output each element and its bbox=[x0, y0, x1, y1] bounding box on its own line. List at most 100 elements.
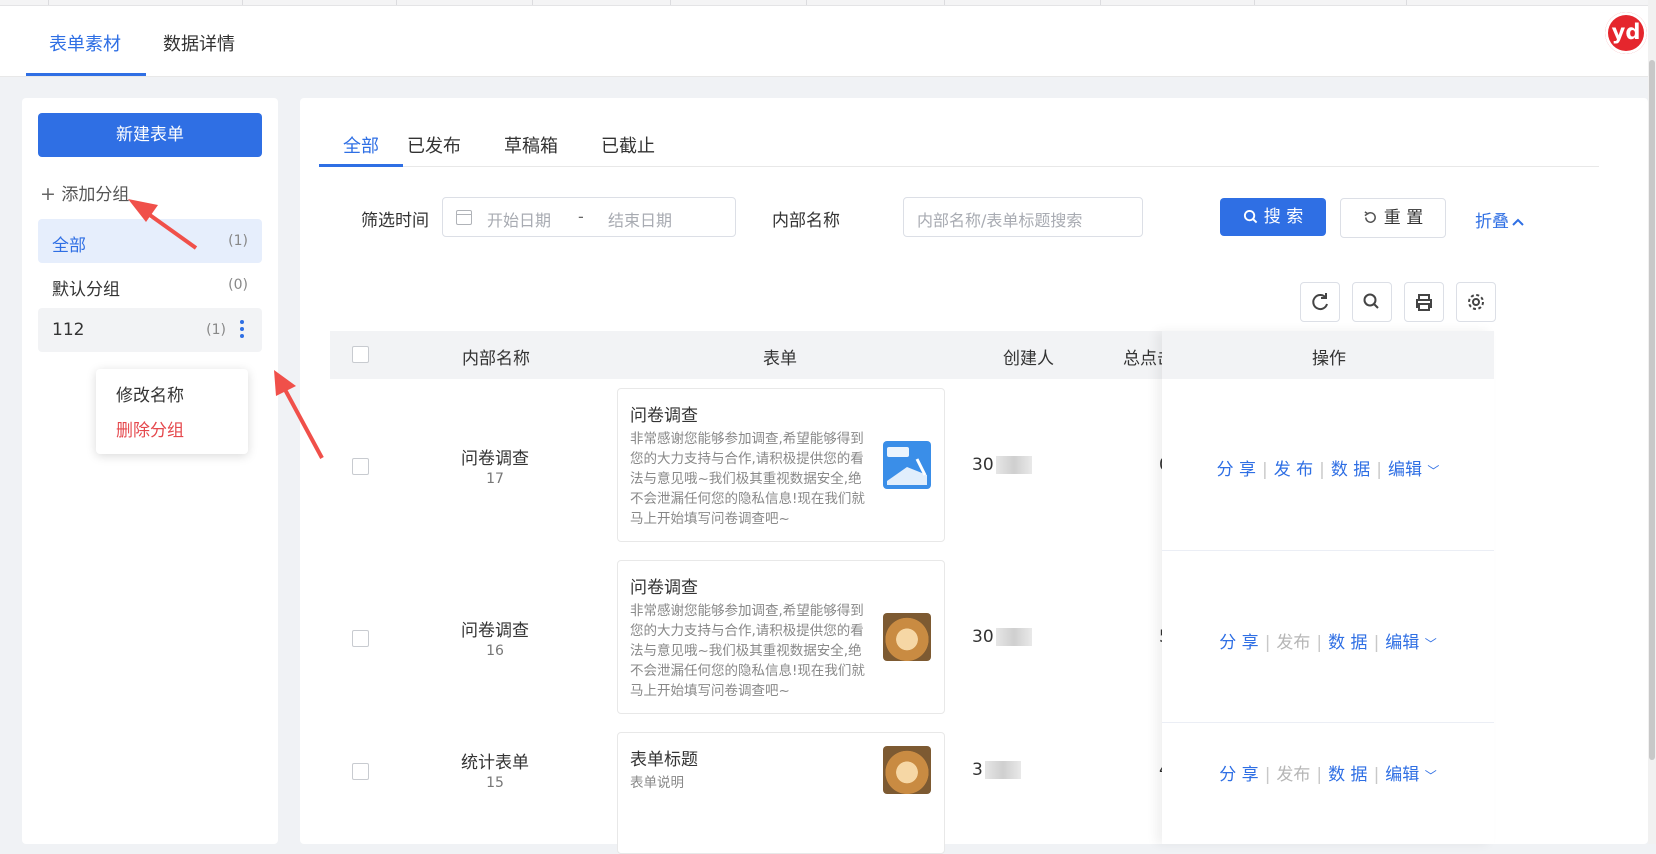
start-date-input[interactable]: 开始日期 bbox=[487, 207, 551, 231]
group-name: 112 bbox=[52, 320, 85, 340]
fold-toggle[interactable]: 折叠 bbox=[1475, 207, 1524, 232]
add-group-label: 添加分组 bbox=[61, 185, 130, 205]
publish-link: 发布 bbox=[1276, 633, 1311, 653]
publish-link[interactable]: 发 布 bbox=[1274, 460, 1313, 480]
form-card[interactable]: 问卷调查 非常感谢您能够参加调查,希望能够得到您的大力支持与合作,请积极提供您的… bbox=[617, 560, 945, 714]
dog-thumbnail bbox=[883, 746, 931, 794]
form-title: 表单标题 bbox=[630, 750, 698, 770]
row-internal-name: 问卷调查 bbox=[461, 621, 529, 641]
row-internal-name: 问卷调查 bbox=[461, 449, 529, 469]
end-date-input[interactable]: 结束日期 bbox=[608, 207, 672, 231]
data-link[interactable]: 数 据 bbox=[1328, 633, 1367, 653]
row-creator: 30 bbox=[972, 455, 1032, 475]
form-description: 非常感谢您能够参加调查,希望能够得到您的大力支持与合作,请积极提供您的看法与意见… bbox=[630, 431, 865, 527]
new-form-button[interactable]: 新建表单 bbox=[38, 113, 262, 157]
date-range-picker[interactable]: 开始日期 - 结束日期 bbox=[442, 197, 736, 237]
edit-dropdown[interactable]: 编辑 ﹀ bbox=[1385, 633, 1436, 653]
tab-divider bbox=[319, 166, 1599, 167]
chevron-down-icon: ﹀ bbox=[1424, 637, 1437, 651]
active-status-indicator bbox=[319, 164, 403, 167]
row-id: 16 bbox=[486, 643, 504, 659]
active-tab-indicator bbox=[26, 73, 146, 76]
more-vertical-icon[interactable] bbox=[240, 320, 244, 340]
form-card[interactable]: 问卷调查 非常感谢您能够参加调查,希望能够得到您的大力支持与合作,请积极提供您的… bbox=[617, 388, 945, 542]
fold-label: 折叠 bbox=[1475, 212, 1509, 232]
chevron-down-icon: ﹀ bbox=[1424, 769, 1437, 783]
chevron-down-icon: ﹀ bbox=[1427, 464, 1440, 478]
form-list-panel: 全部 已发布 草稿箱 已截止 筛选时间 开始日期 - 结束日期 内部名称 内部名… bbox=[300, 98, 1648, 854]
search-placeholder: 内部名称/表单标题搜索 bbox=[917, 211, 1083, 230]
select-all-checkbox[interactable] bbox=[352, 346, 369, 363]
rename-group-option[interactable]: 修改名称 bbox=[116, 381, 184, 406]
share-link[interactable]: 分 享 bbox=[1219, 633, 1258, 653]
search-button-label: 搜 索 bbox=[1263, 207, 1304, 227]
survey-thumbnail bbox=[883, 441, 931, 489]
share-link[interactable]: 分 享 bbox=[1217, 460, 1256, 480]
group-item-112[interactable]: 112 (1) bbox=[38, 308, 262, 352]
tab-data-details[interactable]: 数据详情 bbox=[163, 30, 235, 56]
tab-form-materials[interactable]: 表单素材 bbox=[49, 30, 121, 56]
share-link[interactable]: 分 享 bbox=[1219, 765, 1258, 785]
internal-name-label: 内部名称 bbox=[772, 211, 840, 231]
row-actions: 分 享 | 发布 | 数 据 | 编辑 ﹀ bbox=[1219, 633, 1437, 653]
group-item-all[interactable]: 全部 (1) bbox=[38, 219, 262, 263]
column-settings-button[interactable] bbox=[1456, 282, 1496, 322]
row-internal-name: 统计表单 bbox=[461, 753, 529, 773]
tab-all[interactable]: 全部 bbox=[343, 132, 379, 158]
form-title: 问卷调查 bbox=[630, 578, 698, 598]
refresh-button[interactable] bbox=[1300, 282, 1340, 322]
tab-drafts[interactable]: 草稿箱 bbox=[504, 132, 558, 158]
group-item-default[interactable]: 默认分组 (0) bbox=[38, 263, 262, 307]
search-icon bbox=[1363, 293, 1379, 309]
form-title: 问卷调查 bbox=[630, 406, 698, 426]
col-creator: 创建人 bbox=[1003, 349, 1054, 369]
group-count: (0) bbox=[228, 277, 248, 293]
date-separator: - bbox=[578, 207, 584, 226]
row-actions: 分 享 | 发布 | 数 据 | 编辑 ﹀ bbox=[1219, 765, 1437, 785]
group-sidebar: 新建表单 + 添加分组 全部 (1) 默认分组 (0) 112 (1) 修改名称… bbox=[22, 98, 278, 844]
form-description: 表单说明 bbox=[630, 775, 684, 791]
plus-icon: + bbox=[40, 183, 56, 205]
operations-column: 操作 分 享 | 发 布 | 数 据 | 编辑 ﹀ 分 享 | 发布 | 数 据 | 编辑 ﹀ 分 享 |… bbox=[1162, 331, 1494, 844]
reset-button[interactable]: 重 置 bbox=[1340, 198, 1446, 238]
group-count: (1) bbox=[228, 233, 248, 249]
group-name: 默认分组 bbox=[52, 280, 120, 300]
col-operations: 操作 bbox=[1312, 349, 1346, 369]
edit-dropdown[interactable]: 编辑 ﹀ bbox=[1388, 460, 1439, 480]
edit-dropdown[interactable]: 编辑 ﹀ bbox=[1385, 765, 1436, 785]
page-scrollbar[interactable] bbox=[1648, 0, 1656, 844]
publish-link: 发布 bbox=[1276, 765, 1311, 785]
operations-header: 操作 bbox=[1162, 331, 1494, 379]
search-button[interactable]: 搜 索 bbox=[1220, 198, 1326, 236]
form-description: 非常感谢您能够参加调查,希望能够得到您的大力支持与合作,请积极提供您的看法与意见… bbox=[630, 603, 865, 699]
add-group-button[interactable]: + 添加分组 bbox=[40, 180, 129, 205]
tab-closed[interactable]: 已截止 bbox=[601, 132, 655, 158]
data-link[interactable]: 数 据 bbox=[1331, 460, 1370, 480]
gear-icon bbox=[1468, 294, 1484, 310]
col-internal-name: 内部名称 bbox=[462, 349, 530, 369]
reset-button-label: 重 置 bbox=[1383, 208, 1424, 228]
search-icon bbox=[1243, 209, 1258, 224]
group-context-menu: 修改名称 删除分组 bbox=[96, 369, 248, 454]
calendar-icon bbox=[456, 210, 472, 225]
name-search-input[interactable]: 内部名称/表单标题搜索 bbox=[903, 197, 1143, 237]
row-id: 17 bbox=[486, 471, 504, 487]
print-button[interactable] bbox=[1404, 282, 1444, 322]
group-count: (1) bbox=[206, 322, 226, 338]
app-logo[interactable]: yd bbox=[1605, 12, 1647, 54]
data-link[interactable]: 数 据 bbox=[1328, 765, 1367, 785]
group-name: 全部 bbox=[52, 236, 86, 256]
tab-published[interactable]: 已发布 bbox=[407, 132, 461, 158]
form-card[interactable]: 表单标题 表单说明 bbox=[617, 732, 945, 854]
col-form: 表单 bbox=[763, 349, 797, 369]
top-tab-bar: 表单素材 数据详情 bbox=[0, 6, 1650, 77]
chevron-up-icon bbox=[1512, 218, 1524, 226]
print-icon bbox=[1416, 294, 1432, 311]
filter-time-label: 筛选时间 bbox=[361, 211, 429, 231]
row-actions: 分 享 | 发 布 | 数 据 | 编辑 ﹀ bbox=[1216, 460, 1440, 480]
row-id: 15 bbox=[486, 775, 504, 791]
row-creator: 30 bbox=[972, 627, 1032, 647]
table-search-button[interactable] bbox=[1352, 282, 1392, 322]
reset-icon bbox=[1364, 211, 1376, 223]
delete-group-option[interactable]: 删除分组 bbox=[116, 416, 184, 441]
